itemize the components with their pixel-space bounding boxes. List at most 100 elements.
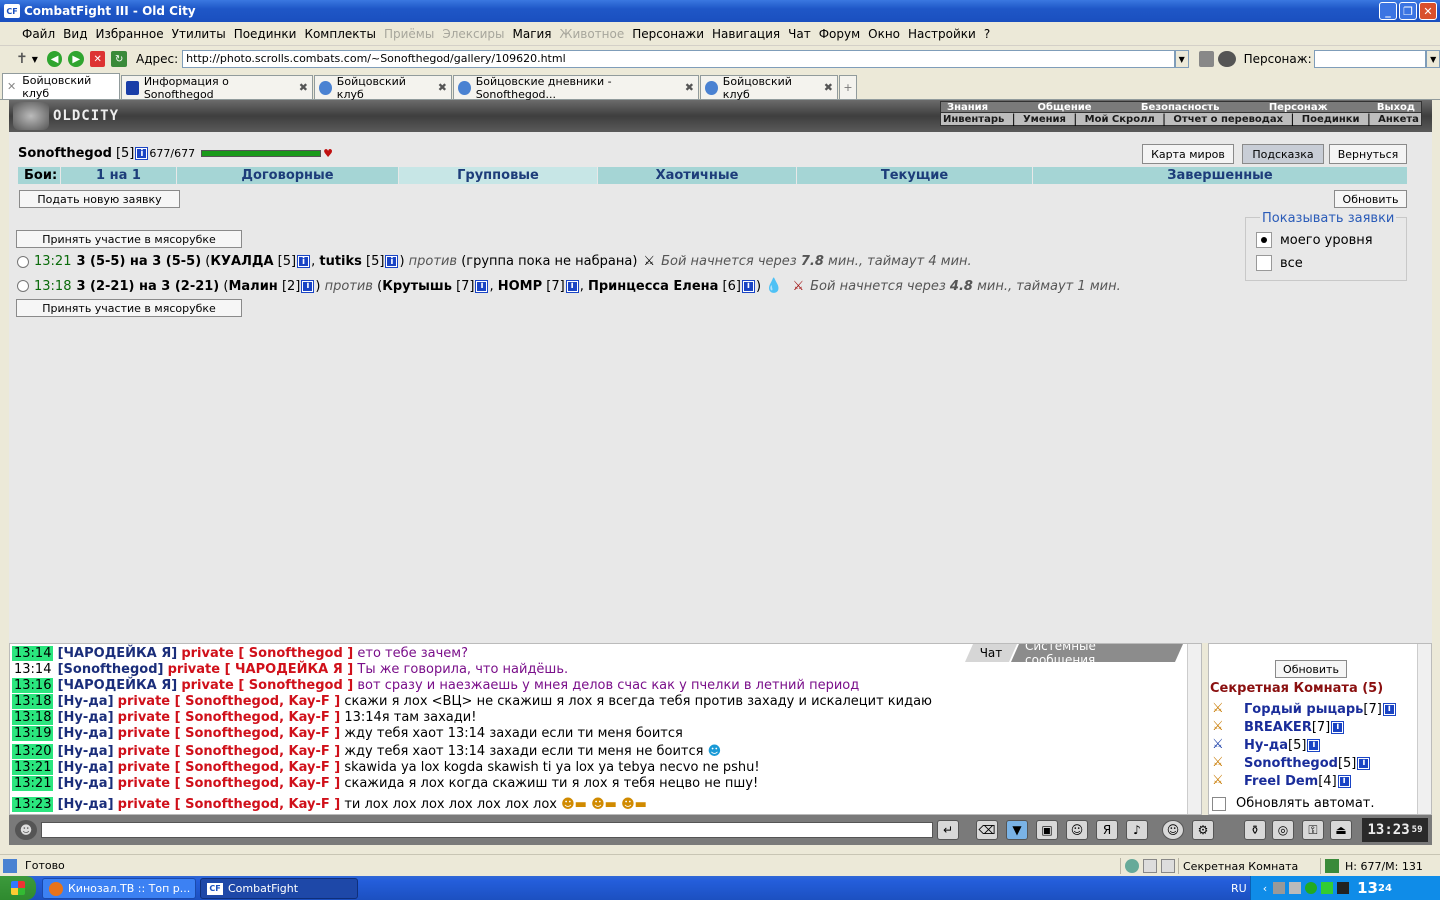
forward-icon[interactable]: ▶ xyxy=(68,51,84,67)
language-indicator[interactable]: RU xyxy=(1231,882,1247,895)
fighter-name[interactable]: Малин xyxy=(228,279,277,294)
filter-icon[interactable]: ▼ xyxy=(1006,820,1028,840)
dropdown-arrow-icon[interactable]: ▼ xyxy=(32,55,38,64)
tab-finished[interactable]: Завершенные xyxy=(1033,167,1407,184)
menu-view[interactable]: Вид xyxy=(59,27,91,41)
menu-help[interactable]: ? xyxy=(980,27,994,41)
chat-private-tag[interactable]: private [ Sonofthegod ] xyxy=(181,646,353,661)
refresh-icon[interactable]: ↻ xyxy=(111,51,128,67)
start-button[interactable] xyxy=(0,876,36,900)
back-icon[interactable]: ◀ xyxy=(46,51,63,67)
grid-icon[interactable] xyxy=(1161,859,1175,873)
chat-time[interactable]: 13:14 xyxy=(12,662,53,677)
info-icon[interactable]: i xyxy=(475,279,489,293)
send-icon[interactable]: ↵ xyxy=(937,820,959,840)
chat-nick[interactable]: [Sonofthegod] xyxy=(58,662,164,677)
tab-system-messages[interactable]: Системные сообщения xyxy=(1011,644,1183,662)
tray-icon[interactable] xyxy=(1289,882,1302,894)
pin-icon[interactable]: ✝ xyxy=(16,51,28,67)
split-icon[interactable] xyxy=(1143,859,1157,873)
tab-close-icon[interactable]: ✖ xyxy=(824,81,833,94)
menu-navigation[interactable]: Навигация xyxy=(708,27,784,41)
tray-clock-hour[interactable]: 13 xyxy=(1357,879,1378,897)
network-icon[interactable] xyxy=(1273,882,1286,894)
online-user-name[interactable]: Freel Dem xyxy=(1244,774,1318,789)
chat-nick[interactable]: [Ну-да] xyxy=(58,744,114,759)
chat-time[interactable]: 13:14 xyxy=(12,646,54,661)
chat-time[interactable]: 13:18 xyxy=(12,710,54,725)
chat-time[interactable]: 13:23 xyxy=(12,797,54,812)
smiley-menu-icon[interactable]: ☻ xyxy=(15,820,37,840)
menu-utilities[interactable]: Утилиты xyxy=(168,27,230,41)
task-browser[interactable]: Кинозал.ТВ :: Топ р... xyxy=(42,878,196,899)
smile-icon[interactable]: ☺ xyxy=(1162,820,1184,840)
bag-icon[interactable]: ⚱ xyxy=(1244,820,1266,840)
menu-file[interactable]: Файл xyxy=(18,27,59,41)
hint-button[interactable]: Подсказка xyxy=(1242,144,1324,164)
info-icon[interactable]: i xyxy=(301,279,315,293)
menu-chat[interactable]: Чат xyxy=(784,27,815,41)
tab-current[interactable]: Текущие xyxy=(797,167,1033,184)
filter-all[interactable]: все xyxy=(1256,255,1303,271)
signal-icon[interactable] xyxy=(1321,882,1334,894)
chat-nick[interactable]: [Ну-да] xyxy=(58,726,114,741)
menu-settings[interactable]: Настройки xyxy=(904,27,980,41)
tray-clock-minute[interactable]: 24 xyxy=(1378,883,1392,894)
nav-profile[interactable]: Анкета xyxy=(1378,114,1419,125)
player-name[interactable]: Sonofthegod xyxy=(18,146,112,161)
fight-radio[interactable] xyxy=(17,255,29,268)
menu-forum[interactable]: Форум xyxy=(815,27,864,41)
refresh-icon[interactable] xyxy=(1325,859,1339,873)
online-user-name[interactable]: Ну-да xyxy=(1244,738,1288,753)
tab-close-icon[interactable]: ✕ xyxy=(7,80,16,93)
chat-private-tag[interactable]: private [ Sonofthegod, Kay-F ] xyxy=(118,760,341,775)
chat-time[interactable]: 13:21 xyxy=(12,760,54,775)
chat-time[interactable]: 13:16 xyxy=(12,678,54,693)
menu-magic[interactable]: Магия xyxy=(509,27,556,41)
skype-icon[interactable] xyxy=(1305,882,1318,894)
nav-inventory[interactable]: Инвентарь xyxy=(943,114,1004,125)
tray-arrow-icon[interactable]: ‹ xyxy=(1263,882,1267,895)
translit-icon[interactable]: Я xyxy=(1096,820,1118,840)
exit-icon[interactable]: ⏏ xyxy=(1330,820,1352,840)
online-user[interactable]: ⚔ Sonofthegod [5] i xyxy=(1212,755,1371,771)
fighter-name[interactable]: КУАЛДА xyxy=(210,254,273,269)
online-user[interactable]: ⚔ Freel Dem [4] i xyxy=(1212,773,1352,789)
chat-nick[interactable]: [ЧАРОДЕЙКА Я] xyxy=(58,646,178,661)
nav-transfers[interactable]: Отчет о переводах xyxy=(1173,114,1283,125)
info-icon[interactable]: i xyxy=(385,255,399,268)
fighter-name[interactable]: НОМР xyxy=(498,279,542,294)
tab-close-icon[interactable]: ✖ xyxy=(438,81,447,94)
chat-settings-icon[interactable]: ⚙ xyxy=(1192,820,1214,840)
fight-radio[interactable] xyxy=(17,280,29,292)
online-user[interactable]: ⚔ Гордый рыцарь [7] i xyxy=(1212,701,1397,717)
monitor-icon[interactable] xyxy=(1337,882,1350,894)
world-map-button[interactable]: Карта миров xyxy=(1142,144,1234,164)
maximize-button[interactable]: ❐ xyxy=(1399,2,1417,20)
chat-scrollbar[interactable] xyxy=(1187,644,1201,814)
chat-time[interactable]: 13:21 xyxy=(12,776,54,791)
info-icon[interactable]: i xyxy=(297,255,311,268)
nav-exit[interactable]: Выход xyxy=(1377,102,1415,113)
new-request-button[interactable]: Подать новую заявку xyxy=(19,190,180,208)
auto-refresh[interactable]: Обновлять автомат. xyxy=(1212,796,1375,811)
nav-skills[interactable]: Умения xyxy=(1023,114,1066,125)
chat-private-tag[interactable]: private [ Sonofthegod, Kay-F ] xyxy=(118,744,341,759)
new-tab-button[interactable]: + xyxy=(839,75,857,99)
tab-1v1[interactable]: 1 на 1 xyxy=(61,167,177,184)
chat-nick[interactable]: [Ну-да] xyxy=(58,797,114,812)
online-user-name[interactable]: Гордый рыцарь xyxy=(1244,702,1363,717)
fighter-name[interactable]: Принцесса Елена xyxy=(588,279,718,294)
online-scrollbar[interactable] xyxy=(1417,644,1431,814)
menu-characters[interactable]: Персонажи xyxy=(628,27,708,41)
tab-info[interactable]: Информация о Sonofthegod ✖ xyxy=(121,75,313,101)
chat-time[interactable]: 13:20 xyxy=(12,744,54,759)
menu-duels[interactable]: Поединки xyxy=(230,27,301,41)
eraser-icon[interactable]: ⌫ xyxy=(976,820,998,840)
sync-icon[interactable] xyxy=(1125,859,1139,873)
nav-knowledge[interactable]: Знания xyxy=(947,102,988,113)
tab-close-icon[interactable]: ✖ xyxy=(299,81,308,94)
chat-input[interactable] xyxy=(41,822,933,838)
menu-window[interactable]: Окно xyxy=(864,27,904,41)
info-icon[interactable]: i xyxy=(135,147,149,160)
